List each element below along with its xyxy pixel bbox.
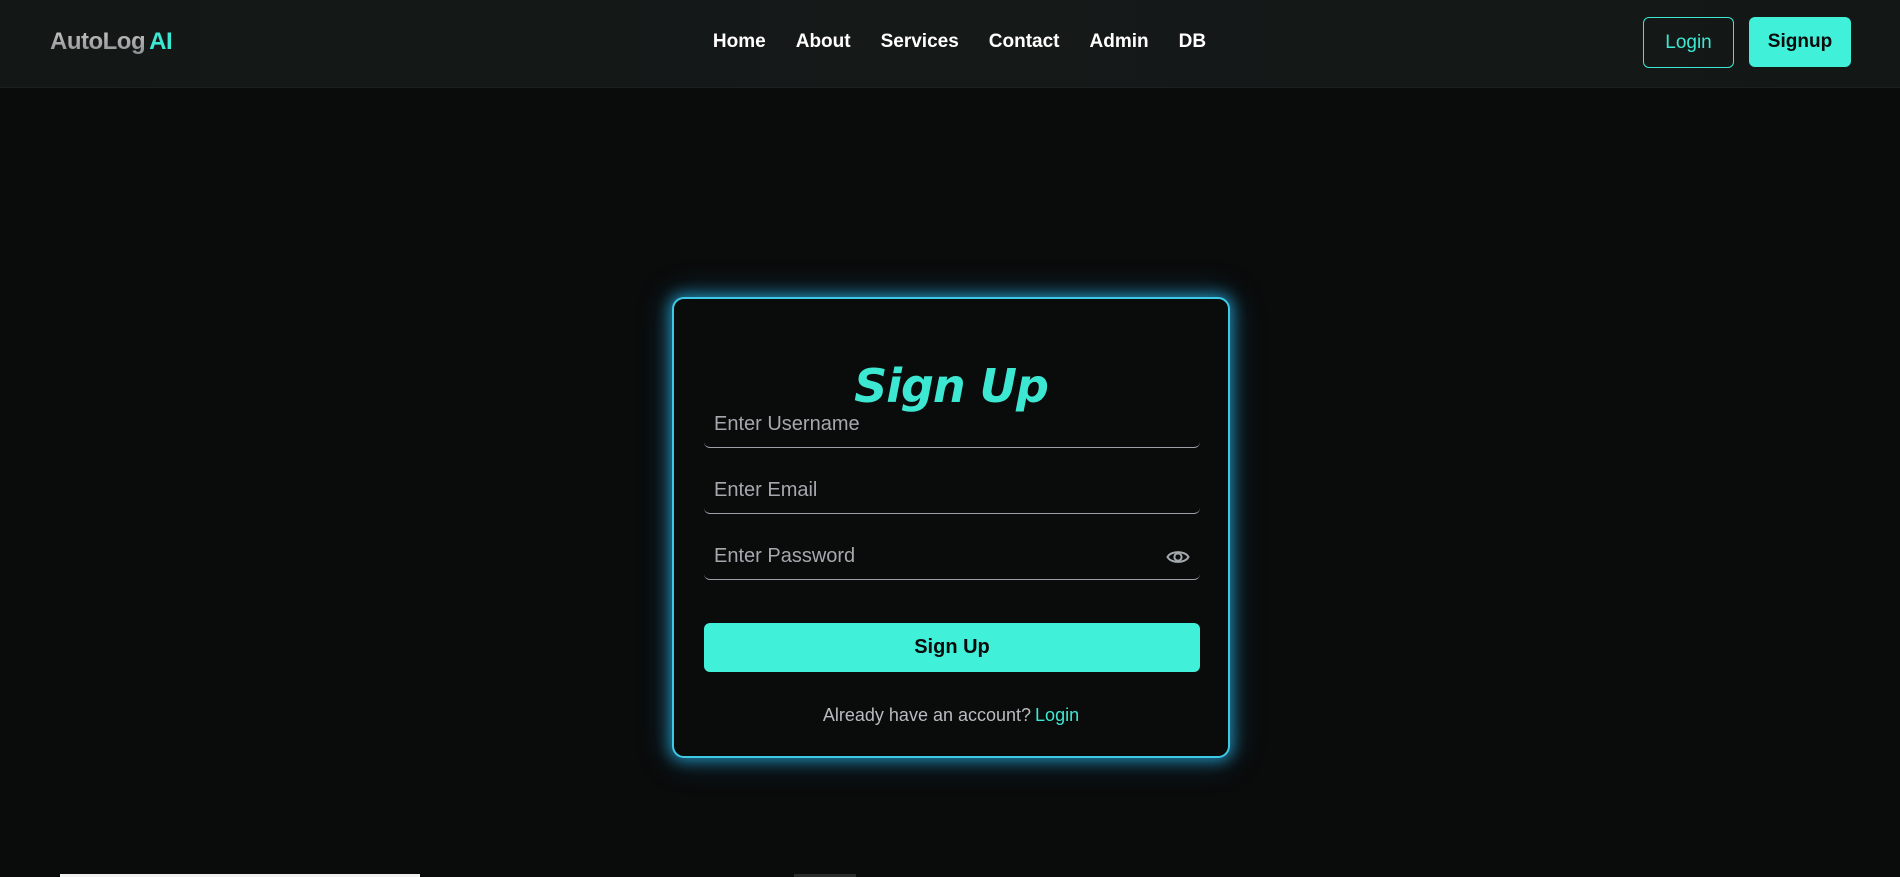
signup-card: Sign Up Sign Up Already have an account?… [672, 297, 1230, 758]
nav-link-db[interactable]: DB [1179, 30, 1206, 54]
navbar: AutoLog AI Home About Services Contact Ad… [0, 0, 1900, 88]
nav-link-services[interactable]: Services [881, 30, 959, 54]
password-input[interactable] [704, 534, 1200, 579]
nav-link-admin[interactable]: Admin [1090, 30, 1149, 54]
login-prompt: Already have an account? Login [674, 704, 1228, 726]
signup-submit-button[interactable]: Sign Up [704, 623, 1200, 672]
eye-icon[interactable] [1166, 546, 1190, 568]
username-input[interactable] [704, 402, 1200, 447]
nav-link-home[interactable]: Home [713, 30, 766, 54]
email-input[interactable] [704, 468, 1200, 513]
login-prompt-text: Already have an account? [822, 705, 1032, 725]
nav-link-about[interactable]: About [796, 30, 851, 54]
username-field-wrapper [704, 402, 1200, 448]
nav-links: Home About Services Contact Admin DB [0, 30, 1900, 54]
password-field-wrapper [704, 534, 1200, 580]
login-link[interactable]: Login [1035, 705, 1079, 725]
nav-login-button[interactable]: Login [1643, 17, 1734, 68]
nav-signup-button[interactable]: Signup [1749, 17, 1851, 67]
email-field-wrapper [704, 468, 1200, 514]
nav-link-contact[interactable]: Contact [989, 30, 1060, 54]
